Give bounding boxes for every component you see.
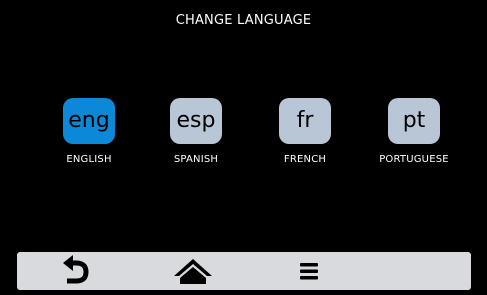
language-code-button[interactable]: eng [63,98,115,144]
page-title: CHANGE LANGUAGE [175,13,312,28]
home-button[interactable] [163,252,223,290]
language-label: SPANISH [173,154,219,165]
language-option-english[interactable]: eng ENGLISH [49,98,129,165]
back-button[interactable] [46,252,106,290]
menu-button[interactable] [279,252,339,290]
back-arrow-icon [63,255,89,284]
home-icon [174,259,212,284]
language-code-button[interactable]: fr [279,98,331,144]
bottom-navigation-bar [17,252,471,290]
language-code-button[interactable]: pt [388,98,440,144]
language-code-button[interactable]: esp [170,98,222,144]
menu-icon [300,263,318,280]
language-option-portuguese[interactable]: pt PORTUGUESE [374,98,454,165]
language-option-french[interactable]: fr FRENCH [265,98,345,165]
language-label: PORTUGUESE [379,154,449,165]
language-option-spanish[interactable]: esp SPANISH [156,98,236,165]
language-label: ENGLISH [66,154,112,165]
language-label: FRENCH [283,154,327,165]
